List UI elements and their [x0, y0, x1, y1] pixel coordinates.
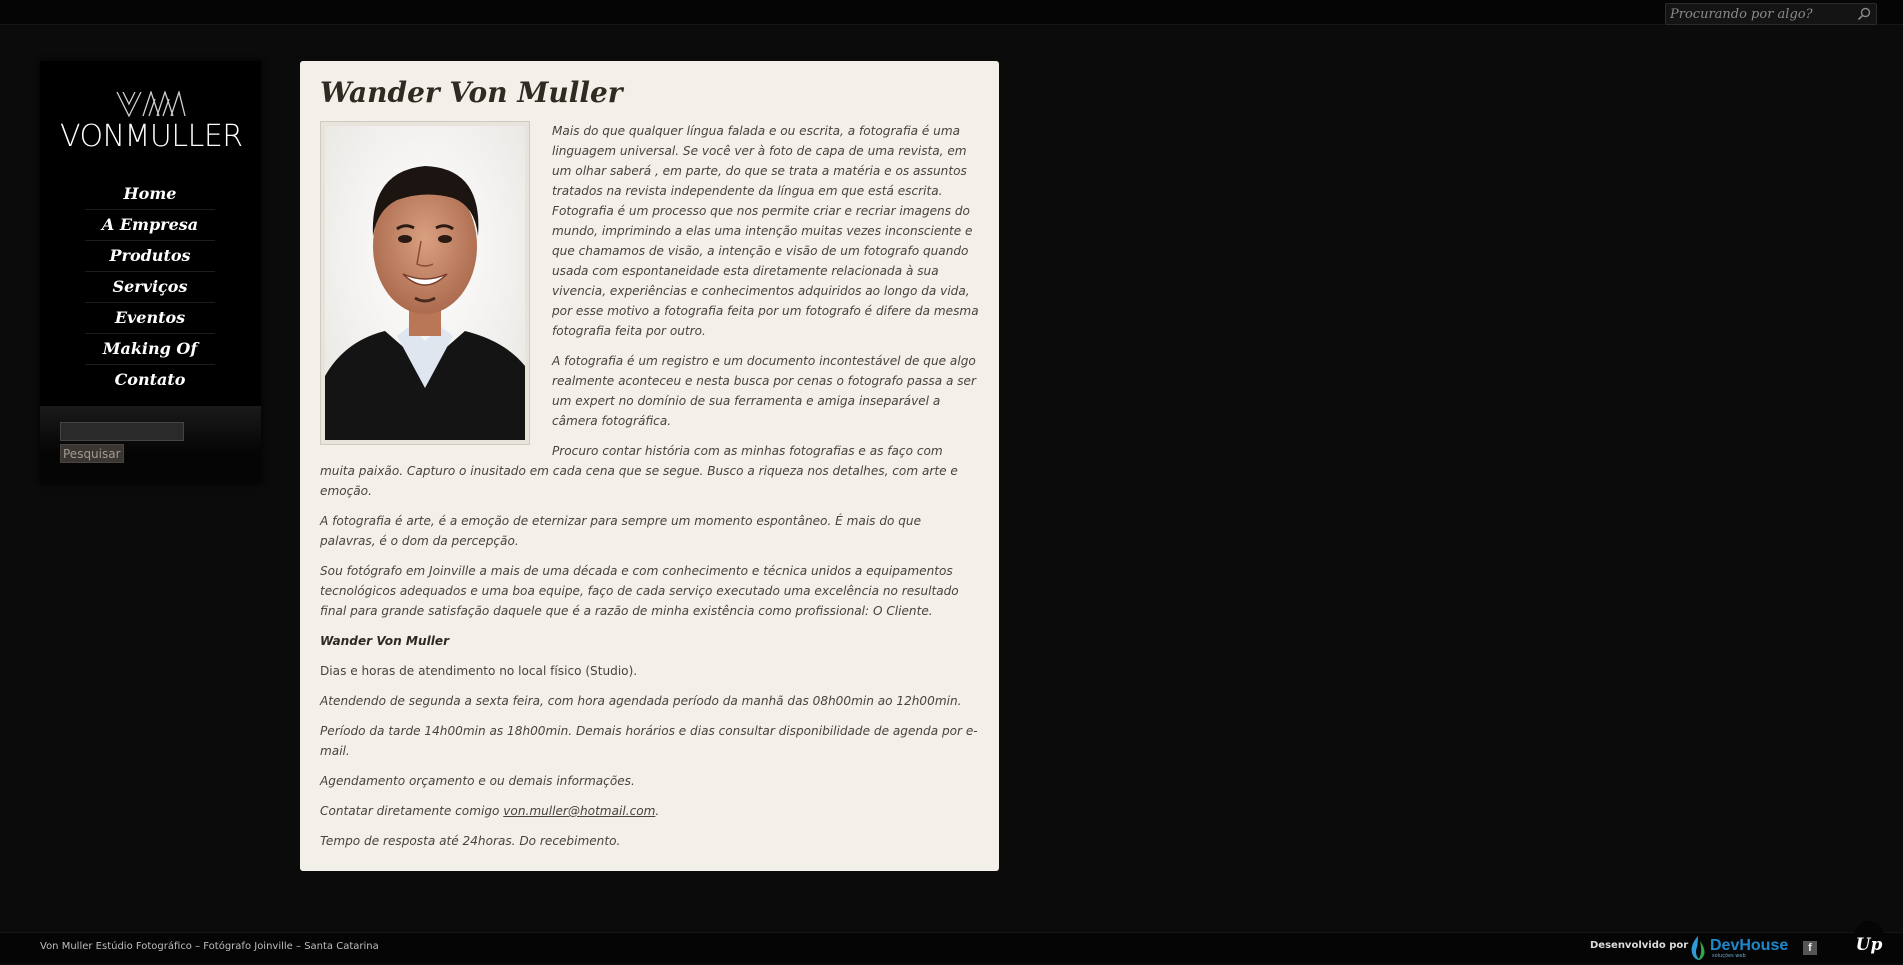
portrait-image [325, 126, 525, 440]
nav-item-servicos: Serviços [85, 272, 215, 303]
nav-link-a-empresa[interactable]: A Empresa [102, 215, 198, 234]
main-content: Wander Von Muller Mais do que qualquer l… [300, 61, 999, 871]
nav-link-eventos[interactable]: Eventos [115, 308, 185, 327]
top-bar [0, 0, 1903, 25]
hours-afternoon: Período da tarde 14h00min as 18h00min. D… [320, 724, 978, 758]
top-search-input[interactable] [1670, 4, 1850, 24]
nav-item-produtos: Produtos [85, 241, 215, 272]
bio-paragraph-3: Procuro contar história com as minhas fo… [320, 444, 958, 498]
contact-suffix: . [655, 804, 660, 818]
portrait-photo [320, 121, 530, 445]
logo-text: VONMULLER [60, 119, 243, 154]
page-title: Wander Von Muller [320, 76, 623, 109]
hours-intro: Dias e horas de atendimento no local fís… [320, 664, 638, 678]
nav-item-eventos: Eventos [85, 303, 215, 334]
nav-item-home: Home [85, 179, 215, 210]
logo[interactable]: VONMULLER [60, 91, 243, 155]
booking-info: Agendamento orçamento e ou demais inform… [320, 774, 635, 788]
top-search-box [1665, 3, 1877, 25]
sidebar-search: Pesquisar [40, 406, 261, 484]
sidebar-search-button[interactable]: Pesquisar [60, 444, 124, 463]
contact-prefix: Contatar diretamente comigo [320, 804, 504, 818]
bio-paragraph-5: Sou fotógrafo em Joinville a mais de uma… [320, 564, 959, 618]
search-icon[interactable] [1856, 6, 1872, 22]
footer: Von Muller Estúdio Fotográfico – Fotógra… [0, 921, 1903, 963]
logo-mark-icon [116, 91, 186, 117]
devhouse-tagline: soluções web [1712, 953, 1746, 959]
contact-email-link[interactable]: von.muller@hotmail.com [503, 804, 655, 818]
sidebar: VONMULLER Home A Empresa Produtos Serviç… [40, 61, 261, 484]
nav-link-home[interactable]: Home [124, 184, 177, 203]
developed-by-label: Desenvolvido por [1590, 940, 1689, 951]
response-time: Tempo de resposta até 24horas. Do recebi… [320, 834, 621, 848]
sidebar-search-input[interactable] [60, 422, 184, 441]
hours-morning: Atendendo de segunda a sexta feira, com … [320, 694, 962, 708]
facebook-icon[interactable]: f [1803, 941, 1817, 955]
nav-item-a-empresa: A Empresa [85, 210, 215, 241]
nav-item-contato: Contato [85, 365, 215, 395]
back-to-top-label: Up [1855, 935, 1883, 955]
contact-line: Contatar diretamente comigo von.muller@h… [320, 801, 979, 821]
nav-item-making-of: Making Of [85, 334, 215, 365]
devhouse-logo-icon [1691, 936, 1705, 960]
nav-link-produtos[interactable]: Produtos [109, 246, 190, 265]
back-to-top-button[interactable]: Up [1852, 921, 1886, 963]
footer-copyright: Von Muller Estúdio Fotográfico – Fotógra… [40, 941, 379, 952]
signature: Wander Von Muller [320, 634, 450, 648]
nav-link-servicos[interactable]: Serviços [113, 277, 188, 296]
main-nav: Home A Empresa Produtos Serviços Eventos… [85, 179, 215, 395]
nav-link-contato[interactable]: Contato [115, 370, 186, 389]
nav-link-making-of[interactable]: Making Of [103, 339, 197, 358]
bio-paragraph-4: A fotografia é arte, é a emoção de etern… [320, 514, 922, 548]
devhouse-link[interactable]: DevHouse soluções web [1688, 935, 1788, 961]
